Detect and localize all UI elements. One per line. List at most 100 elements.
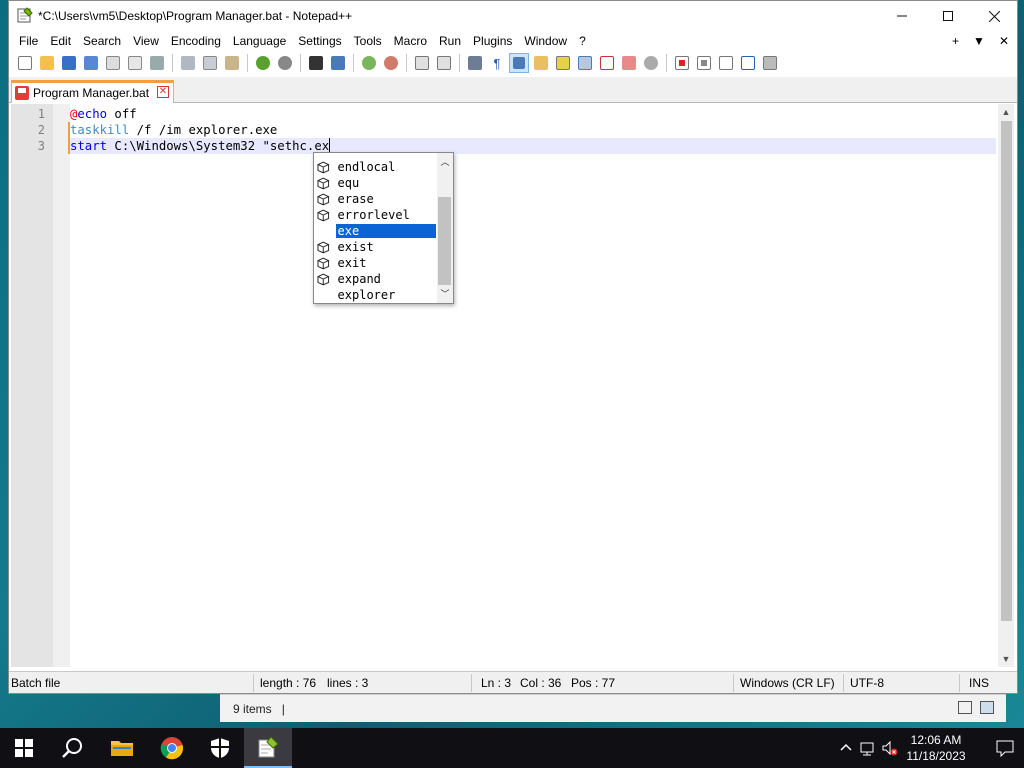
autocomplete-scroll-thumb[interactable] [438,197,451,285]
notifications-icon[interactable] [996,739,1014,757]
taskbar-file-explorer[interactable] [98,728,146,768]
sync-vertical-icon[interactable] [412,53,432,73]
new-file-icon[interactable] [15,53,35,73]
play-macro-icon[interactable] [716,53,736,73]
replace-icon[interactable] [328,53,348,73]
indent-guide-icon[interactable] [509,53,529,73]
network-icon[interactable] [860,740,876,756]
blank-icon [317,225,330,238]
word-wrap-icon[interactable] [465,53,485,73]
menu-bar: File Edit Search View Encoding Language … [9,31,1017,51]
function-list-icon[interactable] [553,53,573,73]
menu-help[interactable]: ? [573,31,592,51]
scroll-down-icon[interactable]: ▼ [998,651,1014,667]
editor-area[interactable]: 1 2 3 @echo off taskkill /f /im explorer… [11,104,1014,667]
autocomplete-item[interactable]: expand [316,271,436,287]
code-line-3[interactable]: start C:\Windows\System32 "sethc.ex [70,138,996,154]
large-icons-view-icon[interactable] [980,701,994,714]
autocomplete-item[interactable]: errorlevel [316,207,436,223]
taskbar-windows-security[interactable] [196,728,244,768]
maximize-icon[interactable] [925,1,971,31]
details-view-icon[interactable] [958,701,972,714]
status-encoding[interactable]: UTF-8 [850,676,884,690]
menu-encoding[interactable]: Encoding [165,31,227,51]
menu-search[interactable]: Search [77,31,127,51]
scroll-up-icon[interactable]: ▲ [998,104,1014,120]
save-icon[interactable] [59,53,79,73]
copy-icon[interactable] [200,53,220,73]
toolbar-separator [300,54,301,72]
zoom-in-icon[interactable] [359,53,379,73]
status-divider [843,674,844,692]
status-divider [733,674,734,692]
cut-icon[interactable] [178,53,198,73]
menu-run[interactable]: Run [433,31,467,51]
stop-macro-icon[interactable] [694,53,714,73]
print-icon[interactable] [147,53,167,73]
menu-tools[interactable]: Tools [348,31,388,51]
close-file-icon[interactable] [103,53,123,73]
scrollbar-thumb[interactable] [1001,121,1012,621]
autocomplete-item[interactable]: endlocal [316,159,436,175]
paste-icon[interactable] [222,53,242,73]
open-file-icon[interactable] [37,53,57,73]
tab-close-icon[interactable]: ✕ [157,86,169,98]
menu-window[interactable]: Window [518,31,573,51]
chevron-up-icon[interactable] [838,740,854,756]
view-toggles [958,701,994,714]
autocomplete-item[interactable]: erase [316,191,436,207]
menu-plugins[interactable]: Plugins [467,31,518,51]
tab-list-dropdown-button[interactable]: ▼ [973,31,985,51]
redo-icon[interactable] [275,53,295,73]
status-insert-mode[interactable]: INS [969,676,989,690]
minimize-icon[interactable] [879,1,925,31]
menu-macro[interactable]: Macro [388,31,433,51]
record-macro-icon[interactable] [672,53,692,73]
menu-file[interactable]: File [13,31,44,51]
menu-right-controls: + ▼ ✕ [952,31,1009,51]
find-icon[interactable] [306,53,326,73]
menu-language[interactable]: Language [227,31,292,51]
undo-icon[interactable] [253,53,273,73]
new-tab-plus-button[interactable]: + [952,31,959,51]
sync-horizontal-icon[interactable] [434,53,454,73]
document-map-icon[interactable] [575,53,595,73]
autocomplete-item[interactable]: explorer [316,287,436,303]
search-button[interactable] [48,728,96,768]
fold-margin[interactable] [53,104,70,667]
udl-icon[interactable] [531,53,551,73]
notepad-plus-plus-icon [258,736,279,758]
close-document-button[interactable]: ✕ [999,31,1009,51]
folder-workspace-icon[interactable] [619,53,639,73]
code-line-2[interactable]: taskkill /f /im explorer.exe [70,122,996,138]
chevron-down-icon[interactable]: ﹀ [437,287,453,301]
close-icon[interactable] [971,1,1017,31]
clock[interactable]: 12:06 AM 11/18/2023 [904,732,968,764]
autocomplete-item[interactable]: exist [316,239,436,255]
show-all-chars-icon[interactable]: ¶ [487,53,507,73]
menu-edit[interactable]: Edit [44,31,77,51]
autocomplete-item[interactable]: exit [316,255,436,271]
vertical-scrollbar[interactable]: ▲ ▼ [998,104,1014,667]
run-macro-multiple-icon[interactable] [738,53,758,73]
status-eol[interactable]: Windows (CR LF) [740,676,835,690]
menu-settings[interactable]: Settings [292,31,347,51]
monitoring-icon[interactable] [641,53,661,73]
save-macro-icon[interactable] [760,53,780,73]
save-all-icon[interactable] [81,53,101,73]
autocomplete-item[interactable]: equ [316,175,436,191]
code-line-1[interactable]: @echo off [70,106,996,122]
autocomplete-item-selected[interactable]: exe [316,223,436,239]
zoom-out-icon[interactable] [381,53,401,73]
taskbar-notepad-plus-plus[interactable] [244,728,292,768]
volume-muted-icon[interactable] [882,740,898,756]
start-button[interactable] [0,728,48,768]
explorer-status-strip: 9 items | [220,694,1006,722]
autocomplete-scrollbar[interactable]: ︿ ﹀ [437,153,453,303]
tab-program-manager-bat[interactable]: Program Manager.bat ✕ [11,80,174,103]
function-icon[interactable] [597,53,617,73]
taskbar-chrome[interactable] [148,728,196,768]
chevron-up-icon[interactable]: ︿ [437,155,453,169]
menu-view[interactable]: View [127,31,165,51]
close-all-icon[interactable] [125,53,145,73]
